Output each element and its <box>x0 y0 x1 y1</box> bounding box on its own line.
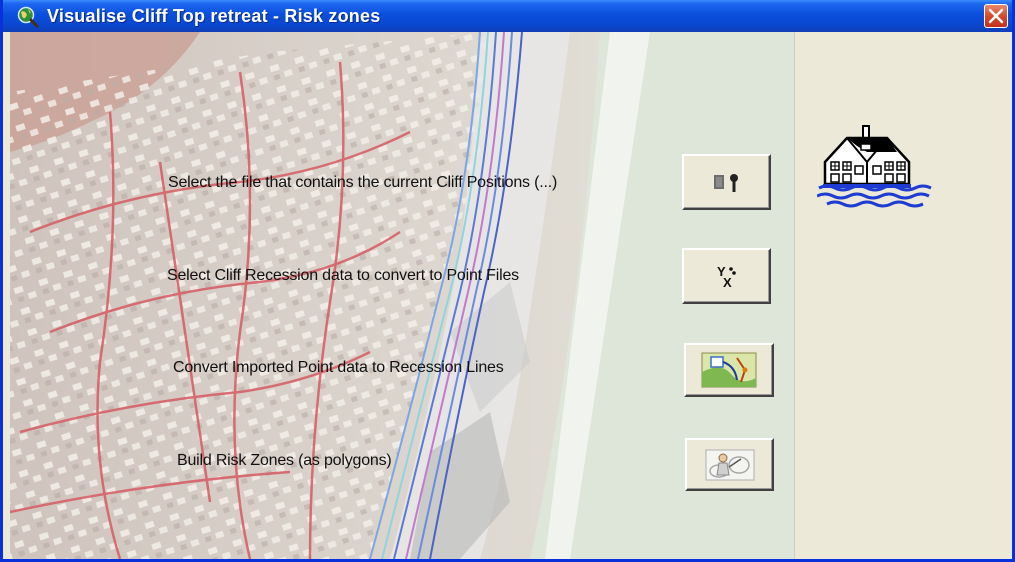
select-recession-data-button[interactable]: Y X <box>682 248 771 304</box>
close-button[interactable] <box>984 4 1008 28</box>
dialog-window: Visualise Cliff Top retreat - Risk zones <box>0 0 1015 562</box>
build-risk-zones-label: Build Risk Zones (as polygons) <box>177 452 392 469</box>
select-cliff-positions-button[interactable] <box>682 154 771 210</box>
globe-magnifier-icon <box>17 6 39 28</box>
window-title: Visualise Cliff Top retreat - Risk zones <box>47 6 381 26</box>
convert-points-label: Convert Imported Point data to Recession… <box>173 359 504 376</box>
background-map-image <box>10 32 794 559</box>
svg-text:X: X <box>723 275 732 289</box>
build-risk-zones-button[interactable] <box>685 438 774 491</box>
title-bar[interactable]: Visualise Cliff Top retreat - Risk zones <box>3 0 1012 32</box>
right-pane <box>794 32 1012 559</box>
house-on-water-logo <box>816 124 937 239</box>
recession-data-label: Select Cliff Recession data to convert t… <box>167 267 519 284</box>
cliff-positions-label: Select the file that contains the curren… <box>168 174 558 191</box>
convert-to-lines-button[interactable] <box>684 343 774 397</box>
